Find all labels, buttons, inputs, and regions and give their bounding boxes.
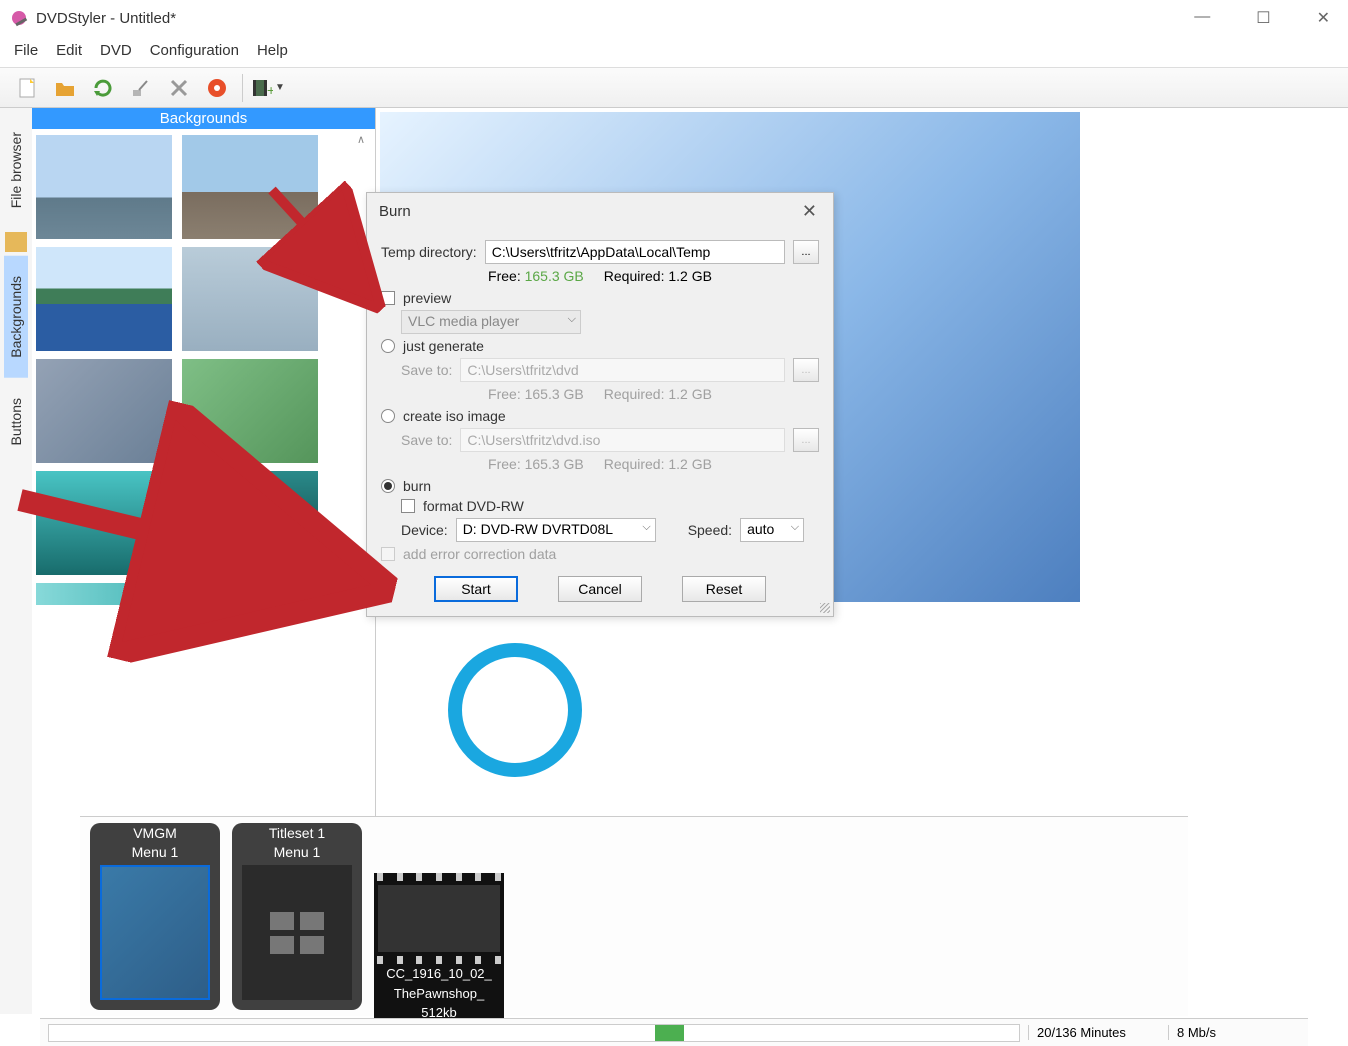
iso-required: Required: 1.2 GB [604,456,712,472]
resize-grip-icon[interactable] [820,603,830,613]
generate-path-input [460,358,785,382]
menu-file[interactable]: File [14,42,38,59]
video-clip-card[interactable]: CC_1916_10_02_ ThePawnshop_ 512kb [374,873,504,1023]
generate-browse-button: ... [793,358,819,382]
tab-backgrounds[interactable]: Backgrounds [4,256,28,378]
vmgm-menu-label: Menu 1 [90,843,220,861]
free-label: Free: [488,268,521,284]
new-file-icon[interactable] [10,72,44,104]
status-bitrate: 8 Mb/s [1168,1025,1308,1040]
burn-label: burn [403,478,431,494]
start-button[interactable]: Start [434,576,518,602]
vmgm-thumbnail[interactable] [100,865,210,1000]
background-thumbnail[interactable] [182,135,318,239]
temp-dir-label: Temp directory: [381,244,477,260]
required-label: Required: [604,268,665,284]
cancel-button[interactable]: Cancel [558,576,642,602]
refresh-icon[interactable] [86,72,120,104]
clip-filename-line: CC_1916_10_02_ [374,964,504,984]
scroll-up-icon[interactable]: ∧ [357,133,373,149]
generate-required: Required: 1.2 GB [604,386,712,402]
burn-dialog: Burn ✕ Temp directory: ... Free: 165.3 G… [366,192,834,617]
folder-icon[interactable] [5,232,27,252]
device-select[interactable]: D: DVD-RW DVRTD08L [456,518,656,542]
generate-saveto-label: Save to: [401,362,452,378]
background-thumbnail[interactable] [36,247,172,351]
iso-browse-button: ... [793,428,819,452]
speed-select[interactable]: auto [740,518,804,542]
background-thumbnail[interactable] [182,583,318,605]
menubar: File Edit DVD Configuration Help [0,36,1348,68]
menu-dvd[interactable]: DVD [100,42,132,59]
add-clip-icon[interactable]: +▼ [251,72,285,104]
background-thumbnail[interactable] [182,359,318,463]
ecc-label: add error correction data [403,546,556,562]
titleset-thumbnail[interactable] [242,865,352,1000]
speed-label: Speed: [688,522,732,538]
temp-dir-browse-button[interactable]: ... [793,240,819,264]
dialog-title: Burn [379,203,411,220]
preview-label: preview [403,290,451,306]
background-thumbnail[interactable] [36,135,172,239]
just-generate-radio[interactable] [381,339,395,353]
settings-brush-icon[interactable] [124,72,158,104]
disc-usage-bar [48,1024,1020,1042]
svg-text:+: + [267,82,273,98]
temp-dir-input[interactable] [485,240,785,264]
background-thumbnail[interactable] [182,471,318,575]
minimize-button[interactable]: — [1186,4,1218,32]
titleset-menu-card[interactable]: Titleset 1 Menu 1 [232,823,362,1010]
dropdown-icon[interactable]: ▼ [275,82,285,93]
generate-free: Free: 165.3 GB [488,386,584,402]
just-generate-label: just generate [403,338,484,354]
vmgm-title: VMGM [90,823,220,843]
clip-thumbnail [378,885,500,952]
menu-configuration[interactable]: Configuration [150,42,239,59]
ecc-checkbox [381,547,395,561]
create-iso-label: create iso image [403,408,506,424]
timeline-strip: VMGM Menu 1 Titleset 1 Menu 1 CC_1916_10… [80,816,1188,1016]
burn-disc-icon[interactable] [200,72,234,104]
tab-file-browser[interactable]: File browser [4,112,28,228]
background-thumbnail[interactable] [36,359,172,463]
background-thumbnail[interactable] [182,247,318,351]
close-button[interactable]: ✕ [1309,4,1338,32]
status-minutes: 20/136 Minutes [1028,1025,1168,1040]
reset-button[interactable]: Reset [682,576,766,602]
background-thumbnail[interactable] [36,583,172,605]
create-iso-radio[interactable] [381,409,395,423]
titleset-menu-label: Menu 1 [232,843,362,861]
titleset-title: Titleset 1 [232,823,362,843]
window-title: DVDStyler - Untitled* [36,10,1186,27]
menu-help[interactable]: Help [257,42,288,59]
tools-icon[interactable] [162,72,196,104]
clip-filename-line: ThePawnshop_ [374,984,504,1004]
vmgm-menu-card[interactable]: VMGM Menu 1 [90,823,220,1010]
menu-edit[interactable]: Edit [56,42,82,59]
device-label: Device: [401,522,448,538]
iso-free: Free: 165.3 GB [488,456,584,472]
side-tabs: File browser Backgrounds Buttons [0,108,32,1014]
maximize-button[interactable]: ☐ [1248,4,1278,32]
app-icon [10,9,28,27]
required-value: 1.2 GB [668,268,712,284]
dialog-close-icon[interactable]: ✕ [796,199,823,224]
backgrounds-header: Backgrounds [32,108,375,129]
format-dvdrw-label: format DVD-RW [423,498,524,514]
status-bar: 20/136 Minutes 8 Mb/s [40,1018,1308,1046]
free-value: 165.3 GB [525,268,584,284]
window-titlebar: DVDStyler - Untitled* — ☐ ✕ [0,0,1348,36]
open-folder-icon[interactable] [48,72,82,104]
preview-player-select: VLC media player [401,310,581,334]
iso-saveto-label: Save to: [401,432,452,448]
preview-checkbox[interactable] [381,291,395,305]
format-dvdrw-checkbox[interactable] [401,499,415,513]
tab-buttons[interactable]: Buttons [4,378,28,465]
iso-path-input [460,428,785,452]
background-thumbnail[interactable] [36,471,172,575]
burn-radio[interactable] [381,479,395,493]
toolbar: +▼ [0,68,1348,108]
